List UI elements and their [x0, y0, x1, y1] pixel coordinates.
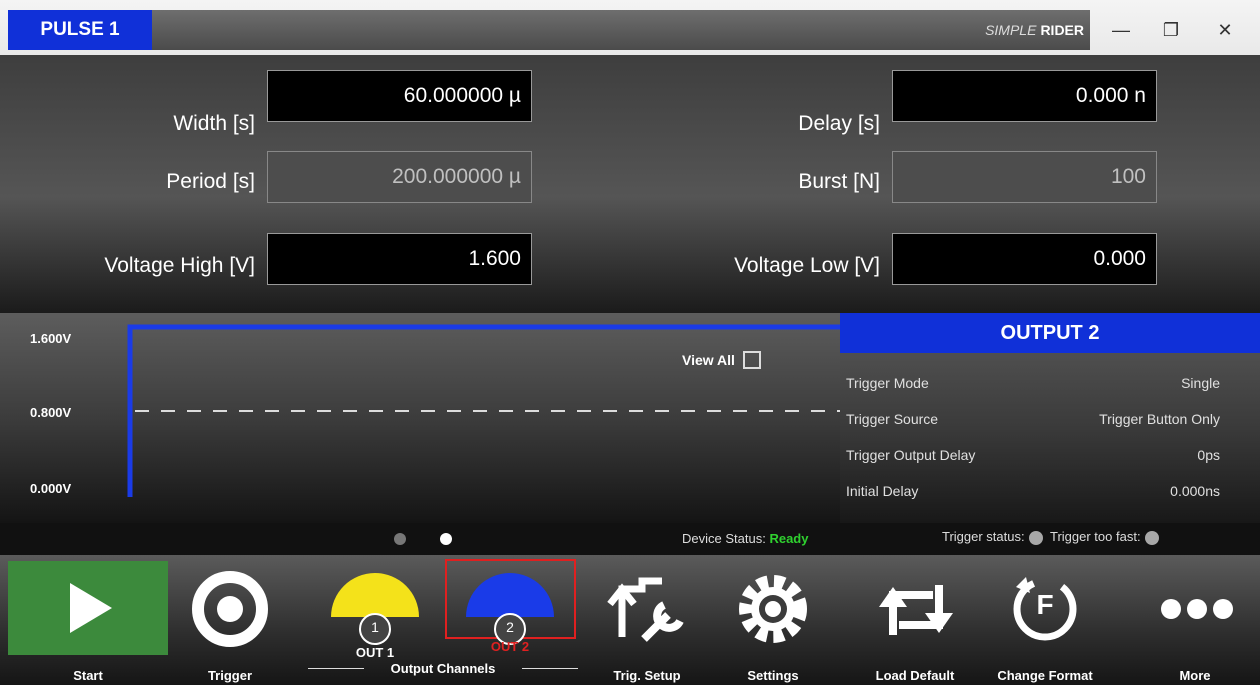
more-label: More — [1179, 668, 1211, 683]
device-status-label: Device Status: — [682, 531, 766, 546]
delay-label: Delay [s] — [798, 112, 880, 135]
page-dot-1[interactable] — [394, 533, 406, 545]
trigger-fast-indicator — [1144, 530, 1159, 545]
trigger-indicators: Trigger status: Trigger too fast: — [942, 529, 1163, 545]
start-button[interactable]: Start — [8, 555, 168, 685]
output-channels-line-left — [308, 668, 364, 669]
start-label: Start — [73, 668, 103, 683]
output-key: Trigger Mode — [846, 375, 929, 391]
period-label: Period [s] — [166, 170, 255, 193]
view-all-toggle[interactable]: View All — [682, 351, 761, 369]
brand-rider: RIDER — [1040, 22, 1084, 38]
output-key: Trigger Source — [846, 411, 939, 427]
out1-label: OUT 1 — [355, 645, 395, 660]
voltage-high-label: Voltage High [V] — [104, 254, 255, 277]
output-info-panel: OUTPUT 2 Trigger Mode Single Trigger Sou… — [840, 313, 1260, 523]
brand-logo: SIMPLE RIDER — [890, 10, 1090, 50]
output-value: Trigger Button Only — [1099, 411, 1220, 427]
bottom-toolbar: Start Trigger 1 OUT 1 2 OUT 2 Output Cha… — [0, 555, 1260, 685]
gear-icon — [739, 575, 807, 643]
output-key: Trigger Output Delay — [846, 447, 976, 463]
out1-icon — [331, 573, 419, 645]
trigger-status-indicator — [1028, 530, 1043, 545]
change-format-label: Change Format — [997, 668, 1093, 683]
trigger-button[interactable]: Trigger — [180, 555, 280, 685]
voltage-high-field[interactable]: 1.600 — [267, 233, 532, 285]
page-dot-2[interactable] — [440, 533, 452, 545]
trig-setup-label: Trig. Setup — [613, 668, 681, 683]
trigger-status-label: Trigger status: — [942, 529, 1025, 544]
status-bar: Device Status: Ready Trigger status: Tri… — [0, 523, 1260, 555]
trig-setup-icon — [607, 577, 684, 642]
restore-button[interactable]: ❐ — [1146, 14, 1196, 46]
change-format-button[interactable]: F Change Format — [980, 555, 1110, 685]
close-button[interactable]: ✕ — [1200, 14, 1250, 46]
pulse-tab[interactable]: PULSE 1 — [8, 10, 152, 50]
load-default-label: Load Default — [875, 668, 955, 683]
waveform-plot — [127, 324, 840, 497]
voltage-low-field[interactable]: 0.000 — [892, 233, 1157, 285]
more-button[interactable]: More — [1135, 555, 1255, 685]
output-key: Initial Delay — [846, 483, 919, 499]
waveform-graph: 1.600V 0.800V 0.000V View All — [0, 313, 840, 523]
width-label: Width [s] — [173, 112, 255, 135]
view-all-label: View All — [682, 352, 735, 368]
burst-label: Burst [N] — [798, 170, 880, 193]
settings-label: Settings — [747, 668, 799, 683]
trigger-label: Trigger — [207, 668, 253, 683]
out2-number: 2 — [506, 619, 514, 635]
output-title: OUTPUT 2 — [840, 313, 1260, 353]
output-channels-line-right — [522, 668, 578, 669]
voltage-low-label: Voltage Low [V] — [734, 254, 880, 277]
trig-setup-button[interactable]: Trig. Setup — [592, 555, 702, 685]
width-field[interactable]: 60.000000 µ — [267, 70, 532, 122]
brand-simple: SIMPLE — [985, 22, 1037, 38]
more-icon — [1161, 599, 1233, 619]
delay-field[interactable]: 0.000 n — [892, 70, 1157, 122]
settings-button[interactable]: Settings — [718, 555, 828, 685]
load-default-button[interactable]: Load Default — [855, 555, 975, 685]
output-value: 0ps — [1197, 447, 1220, 463]
view-all-checkbox[interactable] — [742, 351, 761, 369]
title-bar: PULSE 1 SIMPLE RIDER — ❐ ✕ — [0, 0, 1260, 55]
output-channels-label: Output Channels — [390, 661, 496, 676]
reload-icon — [879, 585, 953, 635]
out1-number: 1 — [371, 619, 379, 635]
trigger-icon — [192, 571, 268, 647]
output-value: 0.000ns — [1170, 483, 1220, 499]
period-field[interactable]: 200.000000 µ — [267, 151, 532, 203]
device-status: Device Status: Ready — [682, 531, 808, 546]
play-icon — [70, 583, 112, 633]
device-status-value: Ready — [769, 531, 809, 546]
simple-rider-window: PULSE 1 SIMPLE RIDER — ❐ ✕ Width [s] 60.… — [0, 0, 1260, 685]
trigger-fast-label: Trigger too fast: — [1050, 529, 1141, 544]
output-value: Single — [1181, 375, 1220, 391]
change-format-letter: F — [1036, 589, 1054, 620]
out2-label: OUT 2 — [490, 639, 530, 654]
minimize-button[interactable]: — — [1096, 14, 1146, 46]
parameters-panel: Width [s] 60.000000 µ Delay [s] 0.000 n … — [0, 55, 1260, 313]
burst-field[interactable]: 100 — [892, 151, 1157, 203]
